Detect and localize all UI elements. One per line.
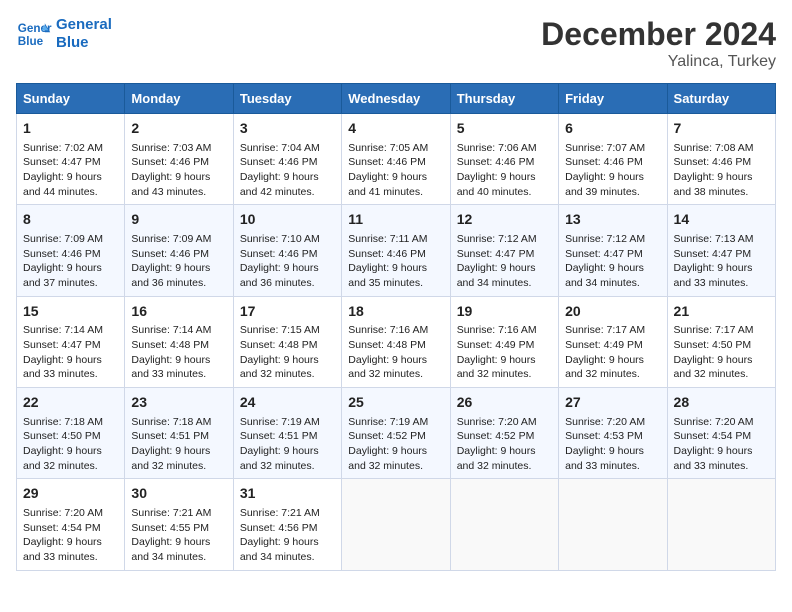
day-cell: 17Sunrise: 7:15 AMSunset: 4:48 PMDayligh… [233,296,341,387]
day-number: 30 [131,484,226,504]
day-cell: 30Sunrise: 7:21 AMSunset: 4:55 PMDayligh… [125,479,233,570]
day-cell: 19Sunrise: 7:16 AMSunset: 4:49 PMDayligh… [450,296,558,387]
day-number: 16 [131,302,226,322]
day-number: 23 [131,393,226,413]
day-number: 22 [23,393,118,413]
day-cell: 31Sunrise: 7:21 AMSunset: 4:56 PMDayligh… [233,479,341,570]
day-cell: 24Sunrise: 7:19 AMSunset: 4:51 PMDayligh… [233,388,341,479]
header-thursday: Thursday [450,84,558,114]
day-cell: 10Sunrise: 7:10 AMSunset: 4:46 PMDayligh… [233,205,341,296]
day-cell: 7Sunrise: 7:08 AMSunset: 4:46 PMDaylight… [667,114,775,205]
calendar-table: SundayMondayTuesdayWednesdayThursdayFrid… [16,83,776,571]
day-cell [450,479,558,570]
header-monday: Monday [125,84,233,114]
header-tuesday: Tuesday [233,84,341,114]
day-cell: 4Sunrise: 7:05 AMSunset: 4:46 PMDaylight… [342,114,450,205]
day-number: 21 [674,302,769,322]
day-number: 10 [240,210,335,230]
header-saturday: Saturday [667,84,775,114]
day-cell: 12Sunrise: 7:12 AMSunset: 4:47 PMDayligh… [450,205,558,296]
day-cell: 28Sunrise: 7:20 AMSunset: 4:54 PMDayligh… [667,388,775,479]
day-number: 7 [674,119,769,139]
day-cell: 3Sunrise: 7:04 AMSunset: 4:46 PMDaylight… [233,114,341,205]
week-row-3: 15Sunrise: 7:14 AMSunset: 4:47 PMDayligh… [17,296,776,387]
day-number: 18 [348,302,443,322]
day-number: 8 [23,210,118,230]
day-number: 13 [565,210,660,230]
day-cell: 16Sunrise: 7:14 AMSunset: 4:48 PMDayligh… [125,296,233,387]
day-cell: 25Sunrise: 7:19 AMSunset: 4:52 PMDayligh… [342,388,450,479]
week-row-4: 22Sunrise: 7:18 AMSunset: 4:50 PMDayligh… [17,388,776,479]
header-sunday: Sunday [17,84,125,114]
day-cell [559,479,667,570]
day-cell: 11Sunrise: 7:11 AMSunset: 4:46 PMDayligh… [342,205,450,296]
day-number: 28 [674,393,769,413]
day-cell: 6Sunrise: 7:07 AMSunset: 4:46 PMDaylight… [559,114,667,205]
day-cell: 29Sunrise: 7:20 AMSunset: 4:54 PMDayligh… [17,479,125,570]
day-cell: 13Sunrise: 7:12 AMSunset: 4:47 PMDayligh… [559,205,667,296]
logo: General Blue General Blue [16,16,112,52]
header-wednesday: Wednesday [342,84,450,114]
svg-text:Blue: Blue [18,35,44,48]
day-cell: 1Sunrise: 7:02 AMSunset: 4:47 PMDaylight… [17,114,125,205]
day-number: 1 [23,119,118,139]
day-number: 26 [457,393,552,413]
header-friday: Friday [559,84,667,114]
day-number: 15 [23,302,118,322]
day-cell [342,479,450,570]
day-cell: 22Sunrise: 7:18 AMSunset: 4:50 PMDayligh… [17,388,125,479]
day-cell: 21Sunrise: 7:17 AMSunset: 4:50 PMDayligh… [667,296,775,387]
day-cell: 14Sunrise: 7:13 AMSunset: 4:47 PMDayligh… [667,205,775,296]
week-row-2: 8Sunrise: 7:09 AMSunset: 4:46 PMDaylight… [17,205,776,296]
day-number: 14 [674,210,769,230]
day-number: 4 [348,119,443,139]
header-row: SundayMondayTuesdayWednesdayThursdayFrid… [17,84,776,114]
day-number: 24 [240,393,335,413]
day-cell: 26Sunrise: 7:20 AMSunset: 4:52 PMDayligh… [450,388,558,479]
day-cell: 15Sunrise: 7:14 AMSunset: 4:47 PMDayligh… [17,296,125,387]
day-number: 27 [565,393,660,413]
day-number: 19 [457,302,552,322]
logo-text-line2: Blue [56,34,112,52]
day-cell: 23Sunrise: 7:18 AMSunset: 4:51 PMDayligh… [125,388,233,479]
title-block: December 2024 Yalinca, Turkey [541,16,776,71]
day-cell: 18Sunrise: 7:16 AMSunset: 4:48 PMDayligh… [342,296,450,387]
day-cell: 8Sunrise: 7:09 AMSunset: 4:46 PMDaylight… [17,205,125,296]
page-title: December 2024 [541,16,776,53]
day-number: 29 [23,484,118,504]
day-number: 12 [457,210,552,230]
day-cell: 20Sunrise: 7:17 AMSunset: 4:49 PMDayligh… [559,296,667,387]
day-number: 2 [131,119,226,139]
day-number: 5 [457,119,552,139]
page-header: General Blue General Blue December 2024 … [16,16,776,71]
logo-text-line1: General [56,16,112,34]
day-number: 17 [240,302,335,322]
day-cell: 2Sunrise: 7:03 AMSunset: 4:46 PMDaylight… [125,114,233,205]
day-cell: 27Sunrise: 7:20 AMSunset: 4:53 PMDayligh… [559,388,667,479]
week-row-5: 29Sunrise: 7:20 AMSunset: 4:54 PMDayligh… [17,479,776,570]
week-row-1: 1Sunrise: 7:02 AMSunset: 4:47 PMDaylight… [17,114,776,205]
day-number: 31 [240,484,335,504]
day-number: 6 [565,119,660,139]
day-number: 25 [348,393,443,413]
day-cell: 5Sunrise: 7:06 AMSunset: 4:46 PMDaylight… [450,114,558,205]
logo-icon: General Blue [16,16,52,52]
day-number: 11 [348,210,443,230]
day-cell: 9Sunrise: 7:09 AMSunset: 4:46 PMDaylight… [125,205,233,296]
day-number: 9 [131,210,226,230]
page-subtitle: Yalinca, Turkey [541,53,776,71]
day-number: 20 [565,302,660,322]
day-cell [667,479,775,570]
day-number: 3 [240,119,335,139]
